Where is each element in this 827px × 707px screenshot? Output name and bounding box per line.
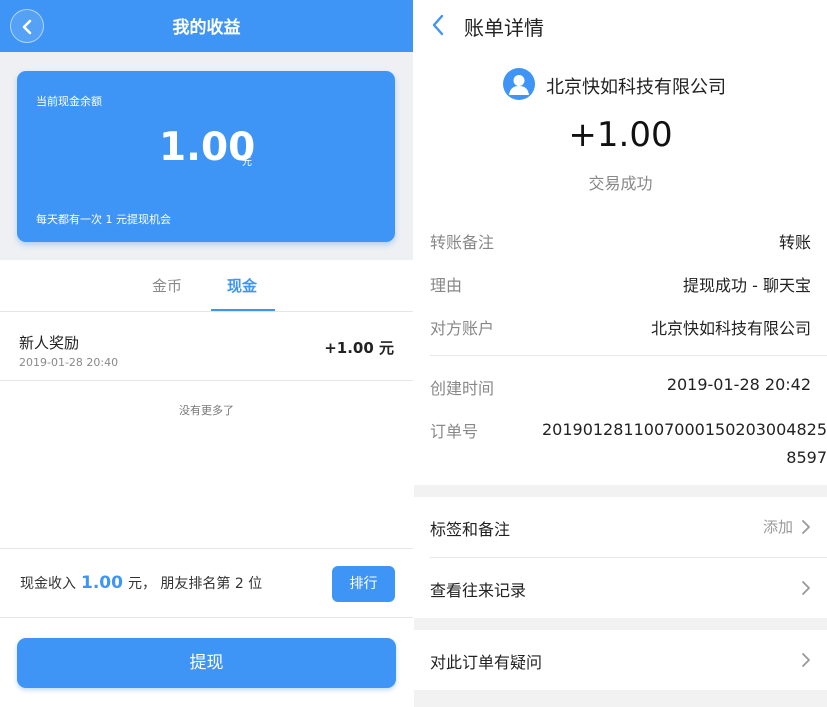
withdraw-button[interactable]: 提现	[17, 638, 396, 688]
company-name: 北京快如科技有限公司	[546, 77, 726, 98]
action-label: 对此订单有疑问	[430, 653, 543, 672]
withdraw-tip: 每天都有一次 1 元提现机会	[36, 213, 171, 226]
action-add-text: 添加	[762, 518, 793, 536]
record-date: 2019-01-28 20:40	[19, 356, 119, 369]
bottom-background	[414, 690, 827, 707]
chevron-right-icon	[802, 653, 810, 667]
balance-unit: 元	[242, 157, 252, 168]
page-title: 我的收益	[172, 18, 241, 38]
section-separator	[414, 618, 827, 630]
chevron-right-icon	[802, 581, 810, 595]
detail-row-created: 创建时间 2019-01-28 20:42	[430, 375, 811, 399]
action-label: 查看往来记录	[430, 581, 527, 600]
income-suffix: 元， 朋友排名第 2 位	[127, 576, 263, 592]
earnings-header: 我的收益	[0, 0, 413, 52]
balance-amount: 1.00	[159, 125, 256, 170]
detail-label: 创建时间	[430, 379, 495, 398]
tab-bar: 金币 现金	[0, 260, 413, 312]
user-icon	[503, 68, 535, 100]
section-separator	[414, 485, 827, 497]
detail-label: 转账备注	[430, 233, 495, 252]
back-button[interactable]	[430, 13, 446, 41]
balance-label: 当前现金余额	[36, 95, 102, 108]
transaction-amount: +1.00	[568, 115, 673, 155]
record-title: 新人奖励	[19, 334, 80, 352]
income-amount: 1.00	[81, 573, 123, 593]
detail-label: 订单号	[430, 422, 479, 441]
chevron-right-icon	[802, 520, 810, 534]
tab-coins[interactable]: 金币	[152, 275, 182, 296]
view-history-row[interactable]: 查看往来记录	[414, 558, 827, 618]
active-tab-indicator	[211, 309, 275, 311]
action-label: 标签和备注	[430, 520, 511, 539]
detail-value: 转账	[778, 233, 811, 252]
detail-row-order: 订单号 20190128110070001502030048258597	[430, 418, 827, 474]
bill-detail-panel: 账单详情 北京快如科技有限公司 +1.00 交易成功 转账备注 转账 理由 提现…	[414, 0, 827, 707]
income-prefix: 现金收入	[20, 576, 76, 592]
divider	[430, 355, 827, 356]
earnings-panel: 我的收益 当前现金余额 1.00 元 每天都有一次 1 元提现机会 金币 现金 …	[0, 0, 413, 707]
detail-value: 2019-01-28 20:42	[666, 375, 811, 394]
tab-cash[interactable]: 现金	[227, 275, 257, 296]
counterparty-header: 北京快如科技有限公司	[414, 67, 827, 101]
income-text: 现金收入 1.00 元， 朋友排名第 2 位	[20, 573, 262, 593]
detail-label: 理由	[430, 276, 463, 295]
tags-and-notes-row[interactable]: 标签和备注 添加	[414, 497, 827, 557]
income-summary: 现金收入 1.00 元， 朋友排名第 2 位 排行	[0, 548, 413, 618]
detail-value: 提现成功 - 聊天宝	[683, 276, 811, 295]
detail-row-reason: 理由 提现成功 - 聊天宝	[430, 272, 811, 296]
balance-card: 当前现金余额 1.00 元 每天都有一次 1 元提现机会	[17, 71, 395, 242]
list-item[interactable]: 新人奖励 2019-01-28 20:40 +1.00 元	[0, 312, 413, 381]
no-more-text: 没有更多了	[179, 404, 234, 417]
order-question-row[interactable]: 对此订单有疑问	[414, 630, 827, 690]
ranking-button[interactable]: 排行	[332, 566, 395, 602]
chevron-left-icon	[432, 14, 444, 36]
detail-row-account: 对方账户 北京快如科技有限公司	[430, 315, 811, 339]
detail-row-remark: 转账备注 转账	[430, 229, 811, 253]
page-title: 账单详情	[464, 16, 544, 40]
detail-label: 对方账户	[430, 319, 495, 338]
record-amount: +1.00 元	[324, 339, 394, 357]
transaction-status: 交易成功	[588, 174, 653, 193]
detail-value: 北京快如科技有限公司	[650, 319, 811, 338]
order-number: 20190128110070001502030048258597	[541, 420, 827, 467]
